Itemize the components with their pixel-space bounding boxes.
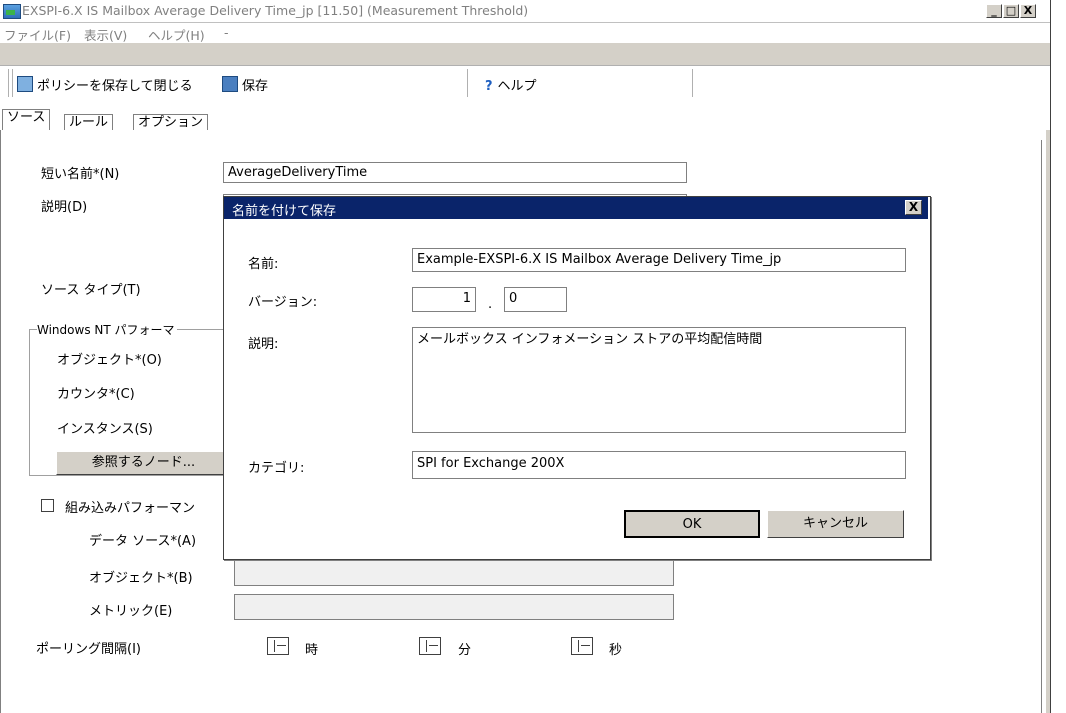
- save-button[interactable]: 保存: [222, 75, 268, 94]
- menu-bar: ファイル(F) 表示(V) ヘルプ(H) -: [0, 23, 1050, 43]
- maximize-button[interactable]: □: [1003, 4, 1019, 18]
- dialog-description-label: 説明:: [248, 337, 279, 352]
- menu-trailing: -: [224, 25, 229, 40]
- tab-strip: ソース ルール オプション: [0, 100, 1050, 132]
- floppy-icon: [222, 76, 238, 92]
- tab-source[interactable]: ソース: [2, 109, 51, 132]
- nt-group-label: Windows NT パフォーマ: [37, 321, 177, 338]
- object2-label: オブジェクト*(B): [89, 571, 193, 586]
- name-label: 名前:: [248, 257, 279, 272]
- minimize-button[interactable]: _: [986, 4, 1002, 18]
- menu-file[interactable]: ファイル(F): [4, 25, 71, 44]
- minutes-label: 分: [458, 643, 472, 658]
- name-input[interactable]: Example-EXSPI-6.X IS Mailbox Average Del…: [412, 248, 906, 272]
- save-label: 保存: [242, 79, 269, 94]
- category-input[interactable]: SPI for Exchange 200X: [412, 451, 906, 479]
- polling-interval-label: ポーリング間隔(I): [36, 642, 141, 657]
- short-name-input[interactable]: AverageDeliveryTime: [223, 162, 687, 183]
- object-label: オブジェクト*(O): [57, 353, 162, 368]
- version-minor-input[interactable]: 0: [504, 287, 567, 312]
- embedded-performance-checkbox[interactable]: [41, 499, 54, 512]
- metric-label: メトリック(E): [89, 604, 173, 619]
- object2-input: [234, 560, 674, 586]
- description-label: 説明(D): [41, 200, 88, 215]
- hours-spinner[interactable]: [267, 637, 289, 655]
- instance-label: インスタンス(S): [57, 422, 153, 437]
- ok-button[interactable]: OK: [624, 510, 760, 538]
- dialog-title: 名前を付けて保存: [232, 204, 337, 219]
- browse-node-button[interactable]: 参照するノード...: [56, 451, 231, 475]
- toolbar: ポリシーを保存して閉じる 保存 ? ヘルプ: [0, 65, 1050, 101]
- source-type-label: ソース タイプ(T): [41, 283, 141, 298]
- counter-label: カウンタ*(C): [57, 387, 135, 402]
- help-label: ヘルプ: [497, 79, 537, 94]
- window-title: EXSPI-6.X IS Mailbox Average Delivery Ti…: [22, 3, 529, 18]
- minutes-spinner[interactable]: [419, 637, 441, 655]
- save-close-icon: [17, 76, 33, 92]
- data-source-label: データ ソース*(A): [89, 534, 197, 549]
- close-button[interactable]: X: [1020, 4, 1036, 18]
- save-close-label: ポリシーを保存して閉じる: [37, 79, 193, 94]
- hours-label: 時: [305, 643, 319, 658]
- seconds-spinner[interactable]: [571, 637, 593, 655]
- app-icon: [3, 4, 21, 19]
- help-button[interactable]: ? ヘルプ: [485, 75, 537, 94]
- embedded-label: 組み込みパフォーマン: [65, 501, 196, 516]
- short-name-label: 短い名前*(N): [41, 167, 120, 182]
- title-bar: EXSPI-6.X IS Mailbox Average Delivery Ti…: [0, 0, 1050, 23]
- save-close-button[interactable]: ポリシーを保存して閉じる: [17, 75, 193, 94]
- category-label: カテゴリ:: [248, 461, 305, 476]
- toolbar-grip: [8, 69, 13, 97]
- dialog-title-bar: 名前を付けて保存 X: [224, 197, 928, 219]
- help-icon: ?: [485, 79, 493, 94]
- metric-input: [234, 594, 674, 620]
- toolbar-separator-2: [692, 69, 693, 97]
- dialog-description-input[interactable]: メールボックス インフォメーション ストアの平均配信時間: [412, 327, 906, 433]
- version-label: バージョン:: [248, 295, 318, 310]
- panel-border: [1041, 140, 1045, 713]
- cancel-button[interactable]: キャンセル: [767, 510, 904, 538]
- version-major-input[interactable]: 1: [412, 287, 476, 312]
- dialog-close-button[interactable]: X: [905, 200, 922, 215]
- save-as-dialog: 名前を付けて保存 X 名前: Example-EXSPI-6.X IS Mail…: [223, 196, 931, 560]
- menu-view[interactable]: 表示(V): [84, 25, 127, 44]
- seconds-label: 秒: [609, 643, 623, 658]
- menu-help[interactable]: ヘルプ(H): [148, 25, 205, 44]
- toolbar-separator: [467, 69, 468, 97]
- version-dot: .: [488, 297, 493, 312]
